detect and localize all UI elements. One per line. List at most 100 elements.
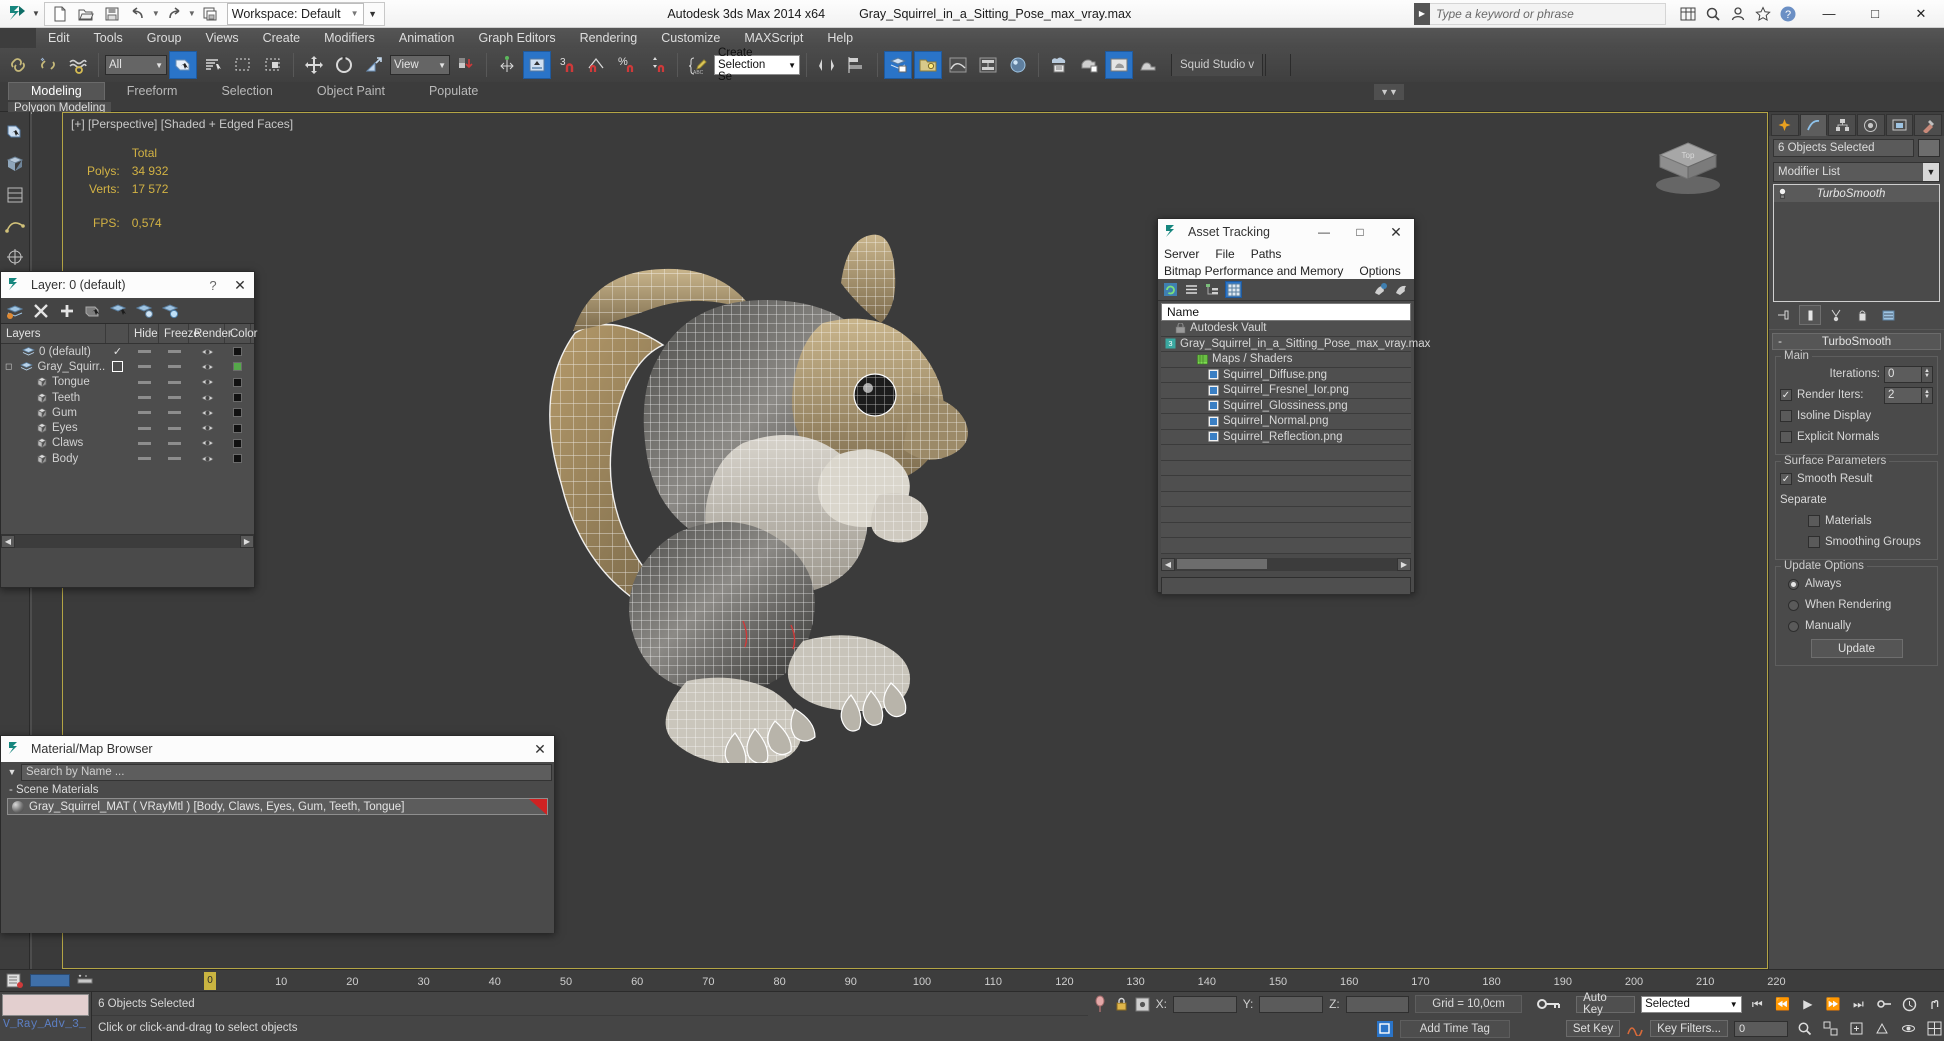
selection-filter-combo[interactable]: All ▼ [105, 55, 167, 75]
isoline-display-checkbox[interactable] [1780, 410, 1792, 422]
layer-render-toggle[interactable] [189, 393, 225, 403]
layer-row-name[interactable]: ◻Gray_Squirr...Sitting [1, 361, 106, 373]
iterations-value[interactable]: 0 [1884, 365, 1922, 383]
layer-freeze-toggle[interactable] [159, 426, 189, 430]
menu-item-views[interactable]: Views [193, 28, 250, 48]
asset-tracking-minimize-button[interactable]: — [1306, 225, 1342, 239]
scene-explorer-icon[interactable] [914, 51, 942, 79]
menu-item-edit[interactable]: Edit [36, 28, 82, 48]
menu-file[interactable]: File [1215, 247, 1234, 261]
reference-coordinate-combo[interactable]: View ▼ [390, 55, 450, 75]
add-time-tag-field[interactable]: Add Time Tag [1399, 1019, 1510, 1038]
redo-dropdown-icon[interactable]: ▼ [187, 9, 197, 18]
timeline-ruler[interactable]: 10 20 30 40 50 60 70 80 90 100 110 120 130 140 150 160 1… [100, 970, 1944, 992]
update-when-rendering-radio[interactable] [1788, 599, 1799, 611]
track-bar[interactable]: 10 20 30 40 50 60 70 80 90 100 110 120 130 140 150 160 1… [0, 969, 1944, 991]
user-account-icon[interactable] [1728, 4, 1748, 24]
asset-row[interactable]: Squirrel_Fresnel_Ior.png [1161, 383, 1411, 399]
menu-item-animation[interactable]: Animation [387, 28, 467, 48]
rollup-header[interactable]: - TurboSmooth [1772, 333, 1941, 350]
layer-active-toggle[interactable] [106, 361, 129, 373]
goto-end-icon[interactable]: ⏭ [1849, 994, 1868, 1014]
layer-freeze-toggle[interactable] [159, 350, 189, 354]
menu-item-modifiers[interactable]: Modifiers [312, 28, 387, 48]
material-list-item[interactable]: Gray_Squirrel_MAT ( VRayMtl ) [Body, Cla… [7, 798, 548, 815]
trackbar-range-pill[interactable] [30, 974, 70, 987]
layer-dialog-titlebar[interactable]: Layer: 0 (default) ? ✕ [1, 272, 254, 298]
layer-color-swatch[interactable] [225, 347, 249, 357]
material-browser-body[interactable] [1, 815, 554, 933]
update-always-radio[interactable] [1788, 578, 1799, 590]
layer-row-name[interactable]: Body [1, 453, 106, 465]
layer-row-name[interactable]: Teeth [1, 392, 106, 404]
play-animation-icon[interactable]: ▶ [1798, 994, 1817, 1014]
layer-color-swatch[interactable] [225, 377, 249, 387]
key-filter-curve-icon[interactable] [1626, 1022, 1644, 1036]
asset-list[interactable]: Autodesk Vault 3 Gray_Squirrel_in_a_Sittin… [1161, 321, 1430, 554]
curve-editor-icon[interactable] [944, 51, 972, 79]
menu-item-maxscript[interactable]: MAXScript [732, 28, 815, 48]
asset-row[interactable]: Squirrel_Diffuse.png [1161, 368, 1411, 383]
menu-item-rendering[interactable]: Rendering [568, 28, 650, 48]
column-render[interactable]: Render [189, 324, 232, 343]
layer-row[interactable]: Tongue [1, 375, 254, 390]
add-to-layer-icon[interactable] [57, 301, 77, 321]
menu-server[interactable]: Server [1164, 247, 1199, 261]
isoline-row[interactable]: Isoline Display [1780, 407, 1933, 425]
update-button[interactable]: Update [1810, 639, 1903, 658]
filter-dropdown-icon[interactable]: ▼ [3, 767, 21, 777]
layer-row[interactable]: Eyes [1, 420, 254, 435]
ribbon-tab-modeling[interactable]: Modeling [8, 82, 105, 100]
asset-column-name[interactable]: Name [1161, 303, 1411, 321]
auto-key-button[interactable]: Auto Key [1576, 992, 1636, 1016]
scroll-thumb[interactable] [1177, 559, 1267, 569]
remove-modifier-icon[interactable] [1851, 305, 1873, 325]
favorites-star-icon[interactable] [1753, 4, 1773, 24]
open-mini-curve-editor-icon[interactable] [6, 973, 24, 989]
layer-color-swatch[interactable] [225, 408, 249, 418]
make-unique-icon[interactable] [1825, 305, 1847, 325]
orbit-icon[interactable] [1898, 1019, 1918, 1039]
angle-snap-icon[interactable] [583, 51, 611, 79]
key-mode-icon[interactable] [1528, 997, 1570, 1011]
rendered-frame-window-icon[interactable] [1075, 51, 1103, 79]
layer-row[interactable]: Gum [1, 405, 254, 420]
tab-hierarchy[interactable] [1828, 114, 1857, 136]
layer-color-swatch[interactable] [225, 438, 249, 448]
zoom-icon[interactable] [1794, 1019, 1814, 1039]
search-input[interactable]: Type a keyword or phrase [1430, 2, 1666, 25]
scene-materials-group-label[interactable]: - Scene Materials [1, 782, 554, 798]
asset-row[interactable]: Autodesk Vault [1161, 321, 1411, 337]
highlight-selected-objects-icon[interactable] [135, 301, 155, 321]
ribbon-tab-selection[interactable]: Selection [199, 83, 294, 100]
scroll-left-icon[interactable]: ◀ [1, 535, 15, 548]
asset-tracking-titlebar[interactable]: Asset Tracking — □ ✕ [1158, 219, 1414, 245]
render-production-icon[interactable] [1105, 51, 1133, 79]
goto-start-icon[interactable]: ⏮ [1748, 994, 1767, 1014]
render-iters-value[interactable]: 2 [1884, 386, 1922, 404]
layer-hide-toggle[interactable] [129, 396, 159, 400]
scroll-right-icon[interactable]: ▶ [240, 535, 254, 548]
previous-frame-icon[interactable]: ⏪ [1773, 994, 1792, 1014]
update-always-row[interactable]: Always [1780, 575, 1933, 593]
material-browser-close-button[interactable]: ✕ [526, 741, 554, 758]
layer-table-body[interactable]: 0 (default) ✓ ◻Gray_Squirr...Sitting Tongue… [1, 344, 254, 534]
column-freeze[interactable]: Freeze [159, 324, 200, 343]
select-and-move-icon[interactable] [300, 51, 328, 79]
update-when-rendering-row[interactable]: When Rendering [1780, 596, 1933, 614]
set-key-button[interactable]: Set Key [1565, 1020, 1621, 1038]
material-search-input[interactable]: Search by Name ... [21, 763, 552, 781]
scroll-left-icon[interactable]: ◀ [1161, 558, 1175, 571]
coordinate-display-toggle-icon[interactable] [1135, 997, 1150, 1012]
ribbon-tab-populate[interactable]: Populate [407, 83, 500, 100]
modifier-stack-item-turbosmooth[interactable]: TurboSmooth [1774, 185, 1939, 202]
menu-item-help[interactable]: Help [815, 28, 865, 48]
explicit-normals-checkbox[interactable] [1780, 431, 1792, 443]
layer-properties-icon[interactable] [161, 301, 181, 321]
maximize-viewport-icon[interactable] [1924, 1019, 1944, 1039]
asset-tracking-dialog[interactable]: Asset Tracking — □ ✕ Server File Paths B… [1157, 218, 1430, 595]
menu-item-graph-editors[interactable]: Graph Editors [466, 28, 567, 48]
pan-view-icon[interactable] [1925, 994, 1944, 1014]
layer-row[interactable]: 0 (default) ✓ [1, 344, 254, 359]
named-selection-sets-icon[interactable]: ABC [684, 51, 712, 79]
